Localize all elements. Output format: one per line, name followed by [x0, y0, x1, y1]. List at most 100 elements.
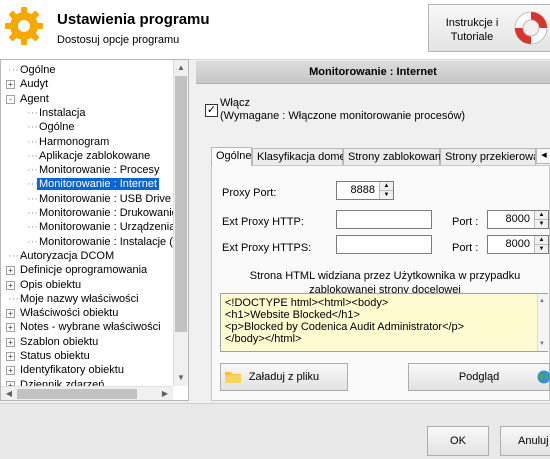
http-port-label: Port : [452, 216, 478, 228]
blocked-page-html-editor[interactable]: <!DOCTYPE html><html><body> <h1>Website … [220, 293, 548, 352]
proxy-port-stepper[interactable]: 8888 ▲ ▼ [336, 181, 394, 200]
panel-title: Monitorowanie : Internet [196, 61, 550, 84]
tree-item-label: Autoryzacja DCOM [20, 250, 114, 262]
header: Ustawienia programu Dostosuj opcje progr… [0, 0, 550, 60]
ext-proxy-http-input[interactable] [336, 210, 432, 229]
tree-item[interactable]: Moje nazwy właściwości [20, 292, 139, 306]
expand-icon[interactable]: + [6, 309, 15, 318]
tree-connector-icon: ··· [27, 163, 38, 177]
tree-item-label: Ogólne [39, 121, 74, 133]
scroll-right-icon[interactable]: ▶ [158, 387, 172, 401]
tree-item-label: Monitorowanie : Procesy [39, 164, 159, 176]
ok-button[interactable]: OK [427, 426, 489, 456]
tree-item-label: Definicje oprogramowania [20, 264, 147, 276]
scroll-up-icon[interactable]: ▲ [174, 61, 188, 75]
tree-item[interactable]: Status obiektu [20, 349, 90, 363]
tree-item[interactable]: Opis obiektu [20, 278, 81, 292]
tab-scroll-left-icon[interactable]: ◀ [536, 148, 550, 164]
stepper-up-icon[interactable]: ▲ [534, 236, 548, 245]
tree-item[interactable]: Monitorowanie : Internet [39, 177, 159, 191]
tree-item[interactable]: Audyt [20, 77, 48, 91]
tree-item-label: Instalacja [39, 107, 85, 119]
scroll-down-icon[interactable]: ▼ [539, 338, 545, 350]
tree-item-label: Właściwości obiektu [20, 307, 118, 319]
tree-horizontal-scroll-thumb[interactable] [17, 389, 137, 399]
tree-item-label: Monitorowanie : Urządzenia (W [39, 221, 189, 233]
stepper-down-icon[interactable]: ▼ [534, 245, 548, 253]
ext-proxy-https-input[interactable] [336, 235, 432, 254]
tree-item[interactable]: Monitorowanie : Instalacje (Rej [39, 235, 189, 249]
enable-checkbox[interactable]: ✓ [205, 104, 218, 117]
tree-connector-icon: ··· [27, 206, 38, 220]
tab-label: Strony przekierowan [445, 151, 536, 163]
http-port-stepper[interactable]: 8000 ▲ ▼ [487, 210, 549, 229]
lifebuoy-icon [512, 9, 550, 47]
tree-item[interactable]: Notes - wybrane właściwości [20, 320, 161, 334]
help-tutorials-button[interactable]: Instrukcje i Tutoriale [428, 4, 550, 52]
tree-item[interactable]: Harmonogram [39, 135, 109, 149]
tree-connector-icon: ··· [27, 177, 38, 191]
tree-item-label: Moje nazwy właściwości [20, 293, 139, 305]
tree-connector-icon: ··· [27, 120, 38, 134]
expand-icon[interactable]: + [6, 366, 15, 375]
preview-button[interactable]: Podgląd [408, 363, 550, 391]
tree-item-label: Status obiektu [20, 350, 90, 362]
expand-icon[interactable]: + [6, 338, 15, 347]
code-line: <h1>Website Blocked</h1> [225, 309, 543, 321]
tree-item[interactable]: Agent [20, 92, 49, 106]
tree-item[interactable]: Aplikacje zablokowane [39, 149, 150, 163]
load-from-file-button[interactable]: Załaduj z pliku [220, 363, 348, 391]
tree-item-label: Monitorowanie : Instalacje (Rej [39, 236, 189, 248]
cancel-button[interactable]: Anuluj [500, 426, 550, 456]
tree-item-label: Audyt [20, 78, 48, 90]
expand-icon[interactable]: + [6, 352, 15, 361]
expand-icon[interactable]: + [6, 266, 15, 275]
code-vertical-scrollbar[interactable]: ▲ ▼ [537, 294, 549, 351]
tab-redirected-sites[interactable]: Strony przekierowan [440, 148, 536, 165]
tree-item[interactable]: Ogólne [20, 63, 55, 77]
tab-blocked-sites[interactable]: Strony zablokowane [343, 148, 440, 165]
tree-item[interactable]: Autoryzacja DCOM [20, 249, 114, 263]
tree-item[interactable]: Monitorowanie : USB Drive [39, 192, 171, 206]
stepper-up-icon[interactable]: ▲ [379, 182, 393, 191]
stepper-down-icon[interactable]: ▼ [379, 191, 393, 199]
enable-checkbox-label: Włącz (Wymagane : Włączone monitorowanie… [220, 97, 465, 123]
tree-vertical-scroll-thumb[interactable] [175, 76, 187, 332]
expand-icon[interactable]: + [6, 80, 15, 89]
tree-connector-icon: ··· [27, 106, 38, 120]
tree-connector-icon: ··· [27, 149, 38, 163]
expand-icon[interactable]: + [6, 323, 15, 332]
scroll-left-icon[interactable]: ◀ [2, 387, 16, 401]
tree-item[interactable]: Definicje oprogramowania [20, 263, 147, 277]
code-line: </body></html> [225, 333, 543, 345]
ext-https-label: Ext Proxy HTTPS: [222, 242, 311, 254]
tree-item-label: Agent [20, 93, 49, 105]
tree-item-label: Monitorowanie : Internet [37, 178, 159, 190]
help-label-line1: Instrukcje i [439, 16, 505, 30]
tree-item-label: Harmonogram [39, 136, 109, 148]
collapse-icon[interactable]: - [6, 95, 15, 104]
tree-item[interactable]: Właściwości obiektu [20, 306, 118, 320]
tree-item[interactable]: Monitorowanie : Urządzenia (W [39, 220, 189, 234]
tab-domain-classification[interactable]: Klasyfikacja domen [252, 148, 343, 165]
settings-tree[interactable]: Ogólne····Audyt+Agent-Instalacja···Ogóln… [0, 59, 189, 401]
tab-general[interactable]: Ogólne [211, 147, 252, 166]
scroll-up-icon[interactable]: ▲ [539, 295, 545, 307]
ok-button-label: OK [450, 435, 466, 447]
tree-item[interactable]: Instalacja [39, 106, 85, 120]
tree-item-label: Monitorowanie : Drukowanie [39, 207, 178, 219]
tree-item[interactable]: Szablon obiektu [20, 335, 98, 349]
tree-item[interactable]: Monitorowanie : Drukowanie [39, 206, 178, 220]
https-port-stepper[interactable]: 8000 ▲ ▼ [487, 235, 549, 254]
stepper-up-icon[interactable]: ▲ [534, 211, 548, 220]
tree-item[interactable]: Monitorowanie : Procesy [39, 163, 159, 177]
expand-icon[interactable]: + [6, 281, 15, 290]
tree-connector-icon: ···· [8, 292, 23, 306]
stepper-down-icon[interactable]: ▼ [534, 220, 548, 228]
tree-item[interactable]: Identyfikatory obiektu [20, 363, 124, 377]
tree-connector-icon: ··· [27, 220, 38, 234]
folder-icon [225, 370, 241, 383]
scroll-down-icon[interactable]: ▼ [174, 371, 188, 385]
http-port-value: 8000 [488, 211, 534, 228]
tree-item[interactable]: Ogólne [39, 120, 74, 134]
